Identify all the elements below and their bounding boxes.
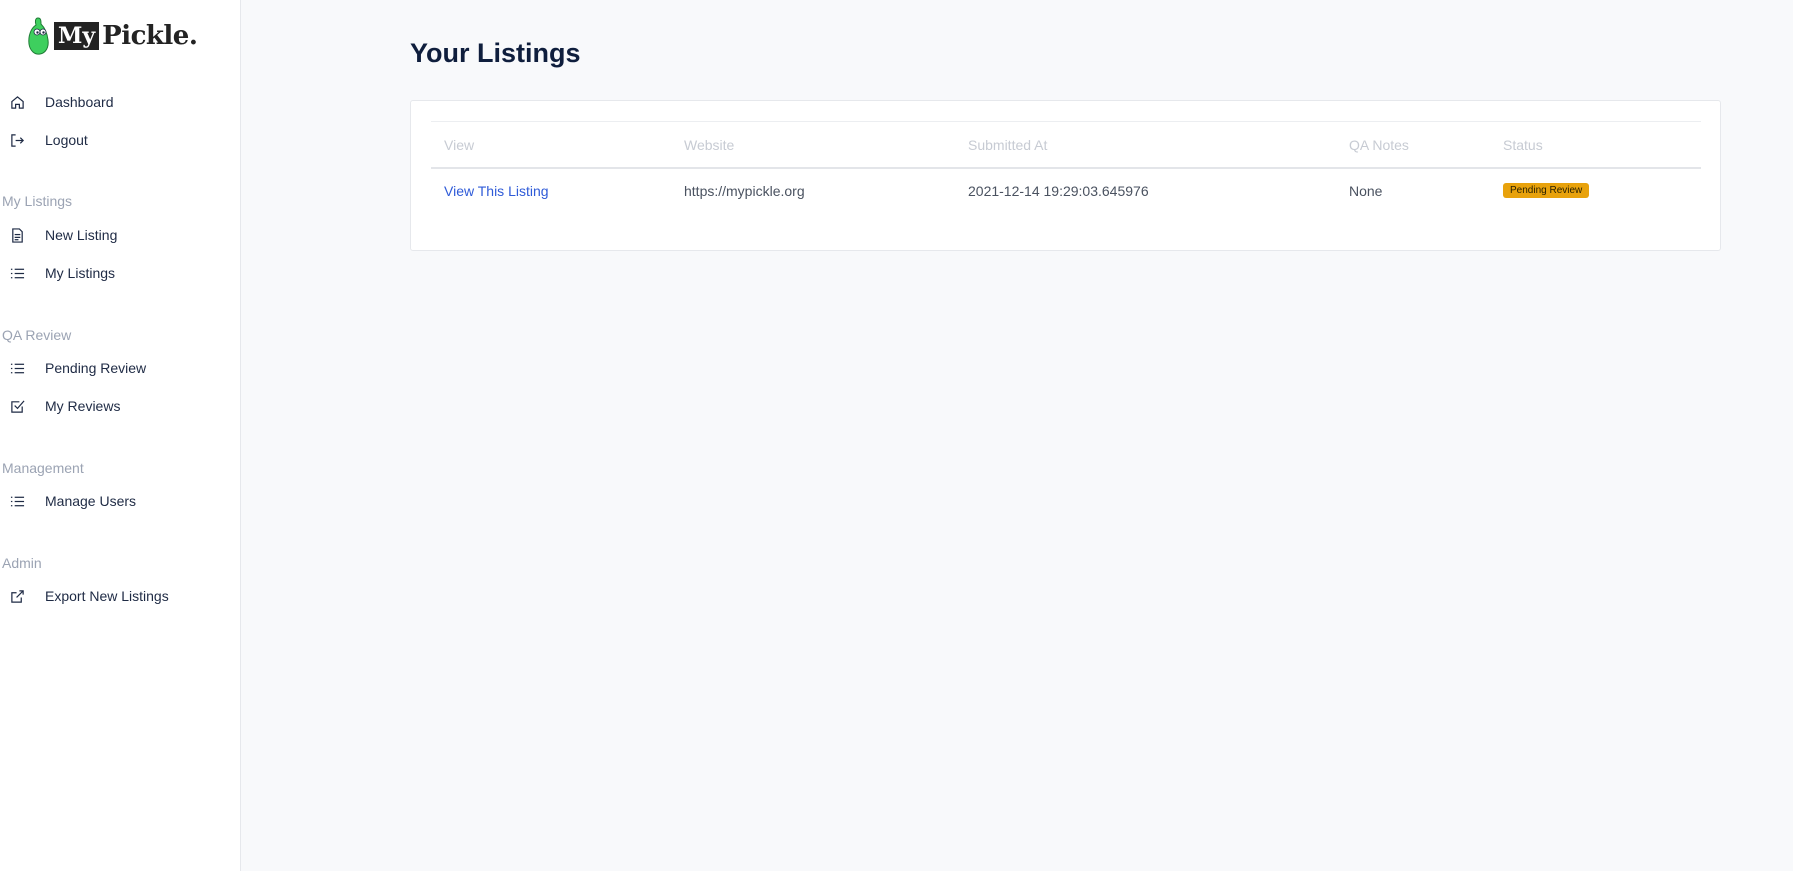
list-icon bbox=[10, 496, 25, 507]
checkbox-icon bbox=[11, 400, 25, 413]
sidebar-item-my-listings[interactable]: My Listings bbox=[0, 258, 240, 288]
status-badge: Pending Review bbox=[1503, 183, 1590, 198]
sidebar-item-pending-review[interactable]: Pending Review bbox=[0, 353, 240, 383]
logo-pickle-text: Pickle. bbox=[102, 21, 198, 51]
sidebar-item-label: Export New Listings bbox=[45, 588, 169, 604]
sidebar-item-label: My Listings bbox=[45, 265, 116, 281]
list-icon bbox=[10, 268, 25, 279]
section-title-my-listings: My Listings bbox=[2, 193, 73, 209]
sidebar-item-label: Pending Review bbox=[45, 360, 147, 376]
sidebar-item-label: Dashboard bbox=[45, 94, 114, 110]
listings-table: View Website Submitted At QA Notes Statu… bbox=[431, 121, 1701, 215]
column-header-view: View bbox=[444, 137, 475, 153]
qa-notes-cell: None bbox=[1349, 183, 1383, 199]
sidebar-item-manage-users[interactable]: Manage Users bbox=[0, 486, 240, 516]
section-title-qa-review: QA Review bbox=[2, 327, 72, 343]
column-header-status: Status bbox=[1503, 137, 1543, 153]
column-header-qa-notes: QA Notes bbox=[1349, 137, 1409, 153]
external-link-icon bbox=[11, 590, 24, 603]
website-cell: https://mypickle.org bbox=[684, 183, 805, 199]
sidebar-item-label: New Listing bbox=[45, 227, 118, 243]
logo[interactable]: My Pickle. bbox=[26, 16, 198, 56]
section-title-admin: Admin bbox=[2, 555, 42, 571]
sidebar-item-label: My Reviews bbox=[45, 398, 121, 414]
page-title: Your Listings bbox=[410, 38, 581, 68]
column-header-website: Website bbox=[684, 137, 735, 153]
list-icon bbox=[10, 363, 25, 374]
sidebar-item-my-reviews[interactable]: My Reviews bbox=[0, 391, 240, 421]
column-header-submitted-at: Submitted At bbox=[968, 137, 1048, 153]
section-title-management: Management bbox=[2, 460, 84, 476]
logout-icon bbox=[11, 134, 24, 147]
logo-my: My bbox=[54, 22, 100, 50]
table-header: View Website Submitted At QA Notes Statu… bbox=[431, 122, 1701, 169]
sidebar-item-dashboard[interactable]: Dashboard bbox=[0, 87, 240, 117]
sidebar-item-new-listing[interactable]: New Listing bbox=[0, 220, 240, 250]
sidebar-item-logout[interactable]: Logout bbox=[0, 125, 240, 155]
sidebar-item-label: Manage Users bbox=[45, 493, 137, 509]
sidebar-item-export-new-listings[interactable]: Export New Listings bbox=[0, 581, 240, 611]
sidebar: My Pickle. Dashboard Logout My Listings … bbox=[0, 0, 241, 871]
sidebar-item-label: Logout bbox=[45, 132, 88, 148]
table-row: View This Listing https://mypickle.org 2… bbox=[431, 169, 1701, 215]
home-icon bbox=[11, 96, 24, 109]
pickle-mascot-icon bbox=[28, 17, 49, 55]
submitted-at-cell: 2021-12-14 19:29:03.645976 bbox=[968, 183, 1149, 199]
listings-card: View Website Submitted At QA Notes Statu… bbox=[410, 100, 1721, 251]
view-listing-link[interactable]: View This Listing bbox=[444, 183, 549, 199]
document-icon bbox=[12, 228, 23, 243]
